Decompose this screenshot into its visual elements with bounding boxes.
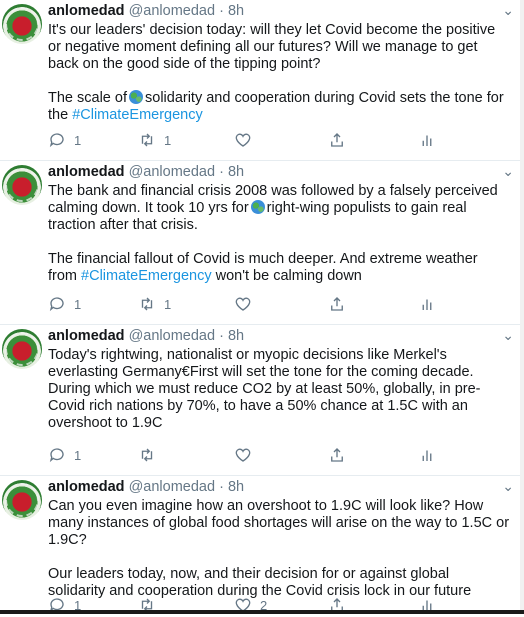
window-bottom-edge bbox=[0, 610, 524, 614]
reply-count: 1 bbox=[74, 296, 82, 312]
tweet-text: It's our leaders' decision today: will t… bbox=[48, 22, 510, 124]
author-name[interactable]: anlomedad bbox=[48, 479, 125, 495]
tweet-header: anlomedad @anlomedad · 8h bbox=[48, 164, 244, 180]
reply-count: 1 bbox=[74, 132, 82, 148]
reply-button[interactable]: 1 bbox=[48, 445, 81, 465]
text-span: The scale of bbox=[48, 90, 127, 106]
tweet[interactable]: anlomedad @anlomedad · 8h ⌄ Can you even… bbox=[0, 476, 520, 617]
heart-icon bbox=[235, 448, 251, 462]
tweet-header: anlomedad @anlomedad · 8h bbox=[48, 328, 244, 344]
avatar[interactable] bbox=[2, 329, 42, 369]
chevron-down-icon[interactable]: ⌄ bbox=[502, 163, 514, 180]
like-button[interactable] bbox=[234, 294, 260, 314]
author-handle[interactable]: @anlomedad bbox=[129, 479, 215, 495]
tweet-paragraph: The scale of solidarity and cooperation d… bbox=[48, 90, 510, 124]
retweet-icon bbox=[141, 297, 153, 311]
tweet-paragraph: The financial fallout of Covid is much d… bbox=[48, 251, 510, 285]
analytics-icon bbox=[422, 450, 432, 461]
timestamp[interactable]: 8h bbox=[228, 479, 244, 495]
author-name[interactable]: anlomedad bbox=[48, 3, 125, 19]
tweet-text: Today's rightwing, nationalist or myopic… bbox=[48, 347, 510, 432]
heart-icon bbox=[235, 297, 251, 311]
retweet-count: 1 bbox=[164, 132, 172, 148]
retweet-button[interactable] bbox=[138, 445, 164, 465]
tweet-paragraph: The bank and financial crisis 2008 was f… bbox=[48, 183, 510, 234]
analytics-icon bbox=[422, 135, 432, 146]
timeline: anlomedad @anlomedad · 8h ⌄ It's our lea… bbox=[0, 0, 520, 617]
retweet-count: 1 bbox=[164, 296, 172, 312]
separator-dot: · bbox=[219, 3, 224, 19]
tweet-actions: 1 bbox=[48, 445, 432, 465]
author-name[interactable]: anlomedad bbox=[48, 164, 125, 180]
tweet-paragraph: It's our leaders' decision today: will t… bbox=[48, 22, 496, 72]
like-button[interactable] bbox=[234, 130, 260, 150]
chevron-down-icon[interactable]: ⌄ bbox=[502, 478, 514, 495]
timestamp[interactable]: 8h bbox=[228, 164, 244, 180]
reply-icon bbox=[49, 133, 64, 148]
share-icon bbox=[331, 133, 343, 147]
scrollbar[interactable] bbox=[520, 0, 524, 614]
tweet[interactable]: anlomedad @anlomedad · 8h ⌄ Today's righ… bbox=[0, 325, 520, 476]
reply-button[interactable]: 1 bbox=[48, 294, 81, 314]
author-handle[interactable]: @anlomedad bbox=[129, 164, 215, 180]
avatar[interactable] bbox=[2, 4, 42, 44]
text-span: won't be calming down bbox=[211, 268, 362, 284]
tweet-paragraph: Can you even imagine how an overshoot to… bbox=[48, 498, 510, 548]
share-button[interactable] bbox=[328, 294, 346, 314]
share-icon bbox=[331, 448, 343, 462]
like-button[interactable] bbox=[234, 445, 260, 465]
share-icon bbox=[331, 297, 343, 311]
tweet-actions: 1 1 bbox=[48, 294, 432, 314]
reply-icon bbox=[49, 448, 64, 463]
heart-icon bbox=[235, 133, 251, 147]
tweet-actions: 1 1 bbox=[48, 130, 432, 150]
tweet-paragraph: Today's rightwing, nationalist or myopic… bbox=[48, 347, 481, 431]
analytics-button[interactable] bbox=[418, 130, 436, 150]
tweet-header: anlomedad @anlomedad · 8h bbox=[48, 3, 244, 19]
timestamp[interactable]: 8h bbox=[228, 328, 244, 344]
analytics-icon bbox=[422, 299, 432, 310]
retweet-icon bbox=[141, 448, 153, 462]
separator-dot: · bbox=[219, 479, 224, 495]
hashtag-link[interactable]: #ClimateEmergency bbox=[81, 268, 212, 284]
analytics-button[interactable] bbox=[418, 445, 436, 465]
share-button[interactable] bbox=[328, 130, 346, 150]
author-handle[interactable]: @anlomedad bbox=[129, 328, 215, 344]
share-button[interactable] bbox=[328, 445, 346, 465]
retweet-button[interactable]: 1 bbox=[138, 130, 171, 150]
tweet-header: anlomedad @anlomedad · 8h bbox=[48, 479, 244, 495]
reply-count: 1 bbox=[74, 447, 82, 463]
author-name[interactable]: anlomedad bbox=[48, 328, 125, 344]
retweet-icon bbox=[141, 133, 153, 147]
tweet[interactable]: anlomedad @anlomedad · 8h ⌄ The bank and… bbox=[0, 161, 520, 325]
reply-icon bbox=[49, 297, 64, 312]
analytics-button[interactable] bbox=[418, 294, 436, 314]
avatar[interactable] bbox=[2, 165, 42, 205]
globe-emoji-icon bbox=[129, 90, 143, 104]
globe-emoji-icon bbox=[250, 200, 265, 214]
retweet-button[interactable]: 1 bbox=[138, 294, 171, 314]
timestamp[interactable]: 8h bbox=[228, 3, 244, 19]
tweet-text: The bank and financial crisis 2008 was f… bbox=[48, 183, 510, 285]
chevron-down-icon[interactable]: ⌄ bbox=[502, 327, 514, 344]
tweet-text: Can you even imagine how an overshoot to… bbox=[48, 498, 510, 600]
reply-button[interactable]: 1 bbox=[48, 130, 81, 150]
chevron-down-icon[interactable]: ⌄ bbox=[502, 2, 514, 19]
hashtag-link[interactable]: #ClimateEmergency bbox=[72, 107, 203, 123]
tweet[interactable]: anlomedad @anlomedad · 8h ⌄ It's our lea… bbox=[0, 0, 520, 161]
avatar[interactable] bbox=[2, 480, 42, 520]
author-handle[interactable]: @anlomedad bbox=[129, 3, 215, 19]
separator-dot: · bbox=[219, 164, 224, 180]
separator-dot: · bbox=[219, 328, 224, 344]
